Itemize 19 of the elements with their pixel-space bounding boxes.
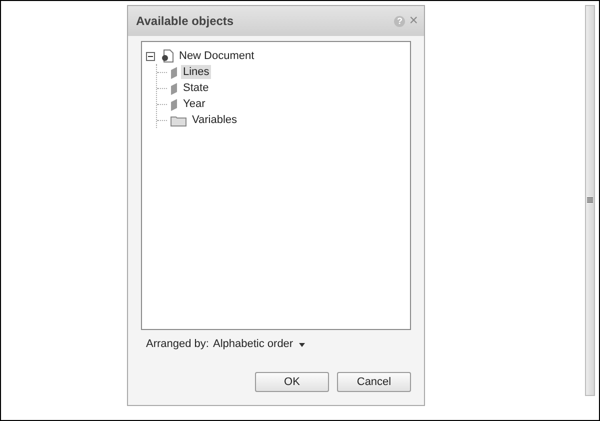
tree-item[interactable]: State [181, 81, 211, 95]
dimension-icon [170, 66, 178, 78]
tree-item[interactable]: New Document [177, 49, 256, 63]
dialog-button[interactable]: Cancel [337, 372, 411, 392]
tree-item[interactable]: Lines [181, 65, 212, 79]
collapse-toggle[interactable] [146, 52, 155, 60]
document-icon [160, 49, 174, 63]
grip-icon [587, 197, 593, 204]
folder-icon [170, 114, 187, 126]
scrollbar[interactable] [585, 5, 595, 396]
sort-dropdown[interactable]: Alphabetic order [212, 338, 306, 350]
caret-icon [299, 343, 306, 347]
window-title: Available objects [136, 14, 235, 28]
tree-item[interactable]: Year [181, 97, 208, 111]
tree-item[interactable]: Variables [190, 113, 240, 127]
dimension-icon [170, 82, 178, 94]
dialog-button[interactable]: OK [255, 372, 329, 392]
dimension-icon [170, 98, 178, 110]
arranged-by-label: Arranged by: [146, 338, 209, 350]
